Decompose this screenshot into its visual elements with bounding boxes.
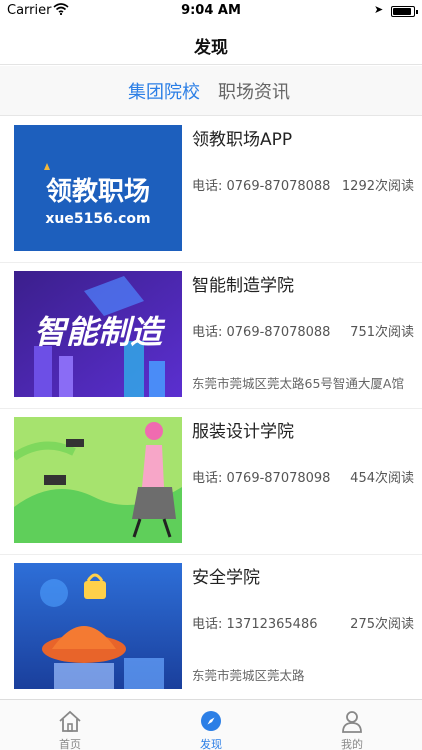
navigation-bar: 发现	[0, 22, 422, 65]
phone-text: 电话: 0769-87078088	[192, 325, 331, 340]
phone-text: 电话: 0769-87078088	[192, 179, 331, 194]
read-count: 751次阅读	[350, 325, 414, 340]
page-title: 发现	[194, 38, 228, 58]
school-thumbnail: 领教职场 xue5156.com	[14, 125, 182, 251]
tab-discover-label: 发现	[200, 738, 222, 750]
list-item[interactable]: 领教职场 xue5156.com 领教职场APP 电话: 0769-870780…	[0, 117, 422, 263]
segment-tabs: 集团院校 职场资讯	[0, 66, 422, 116]
home-icon	[57, 708, 83, 734]
school-name: 安全学院	[192, 568, 260, 588]
read-count: 454次阅读	[350, 471, 414, 486]
clock: 9:04 AM	[181, 3, 241, 18]
tab-mine[interactable]: 我的	[282, 700, 422, 750]
tab-discover[interactable]: 发现	[141, 700, 281, 750]
battery-icon	[391, 6, 418, 17]
logo-url: xue5156.com	[45, 211, 150, 227]
phone-text: 电话: 13712365486	[192, 617, 318, 632]
phone-text: 电话: 0769-87078098	[192, 471, 331, 486]
address-text: 东莞市莞城区莞太路	[192, 668, 305, 683]
school-thumbnail	[14, 563, 182, 689]
read-count: 275次阅读	[350, 617, 414, 632]
tab-home-label: 首页	[59, 738, 81, 750]
school-thumbnail	[14, 417, 182, 543]
user-icon	[339, 708, 365, 734]
location-arrow-icon: ➤	[374, 3, 384, 16]
bottom-tab-bar: 首页 发现 我的	[0, 699, 422, 750]
tab-home[interactable]: 首页	[0, 700, 140, 750]
list-item[interactable]: 服装设计学院 电话: 0769-87078098 454次阅读	[0, 409, 422, 555]
school-name: 服装设计学院	[192, 422, 294, 442]
read-count: 1292次阅读	[341, 179, 414, 194]
list-item[interactable]: 智能制造 智能制造学院 电话: 0769-87078088 751次阅读 东莞市…	[0, 263, 422, 409]
compass-icon	[198, 708, 224, 734]
tab-career-news[interactable]: 职场资讯	[218, 78, 290, 104]
school-name: 领教职场APP	[192, 130, 293, 150]
tab-mine-label: 我的	[341, 738, 363, 750]
list-item[interactable]: 安全学院 电话: 13712365486 275次阅读 东莞市莞城区莞太路	[0, 555, 422, 701]
school-thumbnail: 智能制造	[14, 271, 182, 397]
status-bar: Carrier 9:04 AM ➤	[0, 0, 422, 22]
school-name: 智能制造学院	[192, 276, 294, 296]
banner-text: 智能制造	[34, 313, 166, 351]
address-text: 东莞市莞城区莞太路65号智通大厦A馆	[192, 376, 404, 391]
tab-schools[interactable]: 集团院校	[128, 78, 200, 104]
logo-title: 领教职场	[46, 176, 150, 207]
